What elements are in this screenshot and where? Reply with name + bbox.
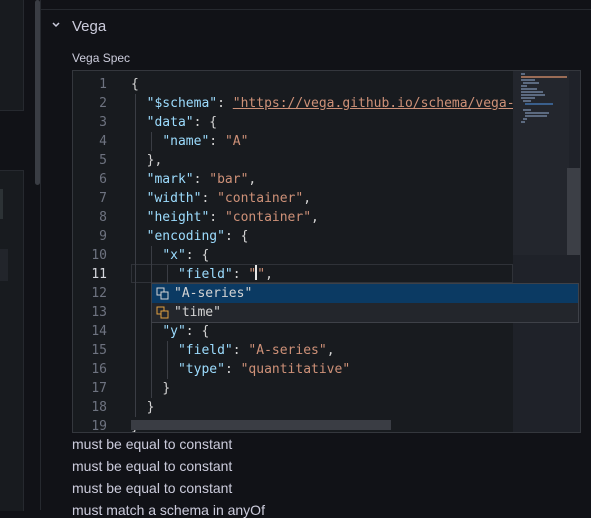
code-line: "encoding": { [146, 229, 249, 244]
property-icon [156, 306, 169, 319]
section-title[interactable]: Vega [72, 18, 106, 35]
minimap-line [521, 76, 567, 78]
minimap-line [521, 88, 537, 90]
code-line: { [131, 77, 139, 92]
code-line: "width": "container", [146, 191, 312, 206]
left-panel-bottom [0, 170, 24, 511]
minimap-line [523, 82, 539, 84]
line-number: 19 [91, 419, 107, 433]
line-number: 5 [99, 153, 107, 168]
minimap-line [521, 91, 543, 93]
code-line: "name": "A" [162, 134, 249, 149]
line-number: 14 [91, 324, 107, 339]
line-number: 10 [91, 248, 107, 263]
autocomplete-suggestions[interactable]: "A-series" "time" [151, 283, 579, 323]
code-line: "type": "quantitative" [177, 362, 351, 377]
code-line: } [146, 400, 155, 415]
code-line: "x": { [162, 248, 210, 263]
line-number: 17 [91, 381, 107, 396]
minimap-line [521, 73, 525, 75]
code-line: "$schema": "https://vega.github.io/schem… [146, 96, 513, 111]
suggestion-label: "time" [174, 305, 221, 320]
line-number: 8 [99, 210, 107, 225]
line-number: 9 [99, 229, 107, 244]
line-number: 1 [99, 77, 107, 92]
line-number: 7 [99, 191, 107, 206]
line-number-active: 11 [91, 267, 107, 282]
line-number: 15 [91, 343, 107, 358]
minimap-line [523, 109, 531, 111]
suggestion-label: "A-series" [174, 286, 253, 301]
line-number: 3 [99, 115, 107, 130]
code-line: "mark": "bar", [146, 172, 257, 187]
vertical-scrollbar[interactable] [567, 168, 580, 255]
code-text-area[interactable]: { "$schema": "https://vega.github.io/sch… [131, 71, 513, 432]
minimap-line [521, 79, 535, 81]
minimap-line [521, 97, 535, 99]
minimap-line [523, 118, 527, 120]
line-number: 2 [99, 96, 107, 111]
code-line: "data": { [146, 115, 218, 130]
line-number: 6 [99, 172, 107, 187]
line-number: 13 [91, 305, 107, 320]
left-panel-top [0, 0, 24, 111]
suggestion-item[interactable]: "A-series" [152, 284, 578, 303]
line-number: 4 [99, 134, 107, 149]
horizontal-scrollbar[interactable] [131, 420, 391, 430]
property-icon [156, 287, 169, 300]
line-number: 16 [91, 362, 107, 377]
code-line: "field": "A-series", [177, 343, 335, 358]
chevron-down-icon[interactable] [50, 18, 64, 34]
validation-error: must be equal to constant [72, 458, 233, 474]
minimap-line [525, 112, 549, 114]
minimap-line [521, 85, 527, 87]
minimap-line [525, 103, 553, 105]
code-editor[interactable]: 1 2 3 4 5 6 7 8 9 10 11 12 13 14 15 16 1… [72, 70, 581, 433]
code-line: "height": "container", [146, 210, 319, 225]
text-caret [255, 265, 258, 280]
left-panel-item[interactable] [0, 189, 3, 219]
minimap-line [521, 94, 545, 96]
divider [40, 0, 41, 510]
validation-error: must be equal to constant [72, 436, 233, 452]
divider [41, 9, 591, 10]
code-line-active: "field": "", [177, 265, 273, 282]
line-number: 12 [91, 286, 107, 301]
validation-error: must match a schema in anyOf [72, 502, 265, 518]
line-number: 18 [91, 400, 107, 415]
minimap-line [521, 121, 525, 123]
left-panel-item[interactable] [0, 249, 8, 281]
code-line: } [162, 381, 171, 396]
code-line: }, [146, 153, 163, 168]
minimap-line [523, 100, 531, 102]
code-line: "y": { [162, 324, 210, 339]
minimap-line [525, 115, 547, 117]
field-label: Vega Spec [72, 51, 131, 65]
suggestion-item[interactable]: "time" [152, 303, 578, 322]
validation-error: must be equal to constant [72, 480, 233, 496]
line-number-gutter: 1 2 3 4 5 6 7 8 9 10 11 12 13 14 15 16 1… [73, 71, 123, 432]
